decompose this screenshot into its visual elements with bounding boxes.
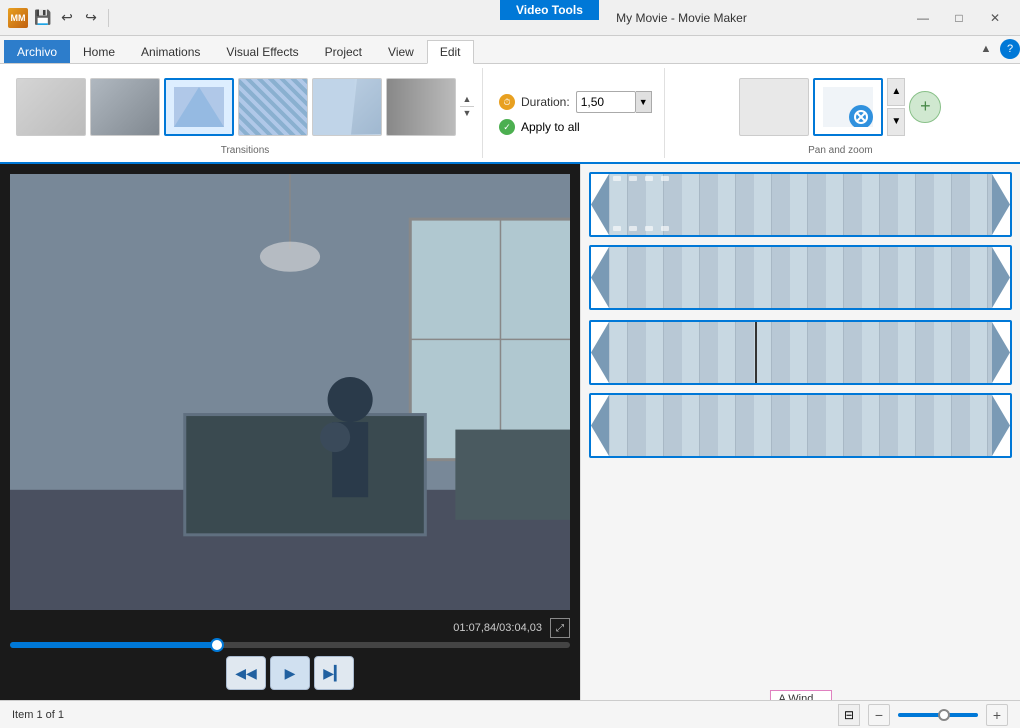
minimize-button[interactable]: —	[906, 4, 940, 32]
duration-input[interactable]: 1,50	[576, 91, 636, 113]
tab-archivo[interactable]: Archivo	[4, 40, 70, 63]
title-bar: MM 💾 ↩ ↪ My Movie - Movie Maker Video To…	[0, 0, 1020, 36]
video-controls: 01:07,84/03:04,03 ⤢ ◀◀ ▶ ▶▎	[10, 618, 570, 690]
duration-row: ⏱ Duration: 1,50 ▼	[499, 91, 652, 113]
transition-thumb-3-selected[interactable]	[164, 78, 234, 136]
fullscreen-button[interactable]: ⤢	[550, 618, 570, 638]
timeline-clip-2[interactable]	[589, 245, 1012, 310]
title-bar-tools: 💾 ↩ ↪	[32, 7, 102, 29]
clip-left-arrow-1	[591, 174, 609, 235]
app-logo: MM	[8, 8, 28, 28]
video-preview: Un momento... 01:07,84/03:04,03 ⤢ ◀◀ ▶	[0, 164, 580, 700]
progress-thumb[interactable]	[210, 638, 224, 652]
status-bar: Item 1 of 1 ⊟ − +	[0, 700, 1020, 728]
timeline-clip-4[interactable]	[589, 393, 1012, 458]
pan-zoom-extra-controls: ▲ ▼	[887, 78, 905, 136]
duration-dropdown[interactable]: ▼	[636, 91, 652, 113]
progress-fill	[10, 642, 217, 648]
timeline: A Wind...	[580, 164, 1020, 700]
main-area: Un momento... 01:07,84/03:04,03 ⤢ ◀◀ ▶	[0, 164, 1020, 700]
ribbon-tabs: Archivo Home Animations Visual Effects P…	[0, 36, 1020, 64]
title-bar-left: MM 💾 ↩ ↪	[8, 7, 457, 29]
close-button[interactable]: ✕	[978, 4, 1012, 32]
transition-svg	[174, 87, 224, 127]
zoom-slider[interactable]	[898, 713, 978, 717]
window-controls: — □ ✕	[906, 4, 1012, 32]
tab-home[interactable]: Home	[70, 40, 128, 63]
video-scene-svg	[10, 174, 570, 610]
duration-label: Duration:	[521, 95, 570, 109]
transition-thumb-6[interactable]	[386, 78, 456, 136]
apply-all-label: Apply to all	[521, 120, 580, 134]
transition-thumb-5[interactable]	[312, 78, 382, 136]
pan-zoom-section: ▲ ▼ + Pan and zoom	[669, 68, 1012, 158]
pan-zoom-label: Pan and zoom	[808, 145, 873, 158]
separator	[108, 9, 109, 27]
tab-view[interactable]: View	[375, 40, 427, 63]
rewind-button[interactable]: ◀◀	[226, 656, 266, 690]
timestamp: 01:07,84/03:04,03	[453, 622, 542, 634]
transitions-section: ▲ ▼ Transitions	[8, 68, 483, 158]
transition-scroll[interactable]: ▲ ▼	[460, 93, 474, 120]
forward-button[interactable]: ▶▎	[314, 656, 354, 690]
playhead-line	[755, 320, 757, 385]
tab-edit[interactable]: Edit	[427, 40, 474, 64]
pan-zoom-scroll-up[interactable]: ▲	[887, 78, 905, 106]
pan-zoom-scroll-down[interactable]: ▼	[887, 108, 905, 136]
title-clip-label[interactable]: A Wind...	[769, 690, 831, 700]
status-text: Item 1 of 1	[12, 709, 64, 721]
tab-animations[interactable]: Animations	[128, 40, 213, 63]
transition-thumb-2[interactable]	[90, 78, 160, 136]
transition-thumb-4[interactable]	[238, 78, 308, 136]
save-button[interactable]: 💾	[32, 7, 54, 29]
video-tools-tab[interactable]: Video Tools	[500, 0, 599, 20]
time-display: 01:07,84/03:04,03 ⤢	[10, 618, 570, 638]
help-button[interactable]: ?	[1000, 39, 1020, 59]
pan-zoom-items: ▲ ▼ +	[739, 68, 941, 145]
zoom-in-button[interactable]: +	[986, 704, 1008, 726]
zoom-thumb[interactable]	[938, 709, 950, 721]
checkmark-icon: ✓	[499, 119, 515, 135]
pan-zoom-thumb-2-active[interactable]	[813, 78, 883, 136]
pan-zoom-svg	[823, 87, 873, 127]
transitions-label: Transitions	[221, 145, 270, 158]
timeline-clip-1[interactable]	[589, 172, 1012, 237]
help-arrow-icon[interactable]: ▲	[976, 39, 996, 59]
pan-zoom-thumb-1[interactable]	[739, 78, 809, 136]
clip-content-1	[609, 174, 992, 235]
maximize-button[interactable]: □	[942, 4, 976, 32]
timeline-clip-3[interactable]	[589, 320, 1012, 385]
video-scene: Un momento...	[10, 174, 570, 610]
duration-control: 1,50 ▼	[576, 91, 652, 113]
progress-bar[interactable]	[10, 642, 570, 648]
clip-film-1	[591, 174, 1010, 235]
apply-all-button[interactable]: ✓ Apply to all	[499, 119, 652, 135]
redo-button[interactable]: ↪	[80, 7, 102, 29]
clip-2-group: A Wind...	[589, 245, 1012, 312]
tab-project[interactable]: Project	[312, 40, 375, 63]
clip-right-arrow-1	[992, 174, 1010, 235]
status-right: ⊟ − +	[838, 704, 1008, 726]
clock-icon: ⏱	[499, 94, 515, 110]
video-canvas[interactable]: Un momento...	[10, 174, 570, 610]
zoom-out-button[interactable]: −	[868, 704, 890, 726]
timeline-scroll[interactable]: A Wind...	[581, 164, 1020, 700]
transition-thumb-1[interactable]	[16, 78, 86, 136]
play-button[interactable]: ▶	[270, 656, 310, 690]
tab-visual-effects[interactable]: Visual Effects	[213, 40, 311, 63]
duration-section: ⏱ Duration: 1,50 ▼ ✓ Apply to all	[487, 68, 665, 158]
playback-controls: ◀◀ ▶ ▶▎	[10, 656, 570, 690]
timeline-view-button[interactable]: ⊟	[838, 704, 860, 726]
undo-button[interactable]: ↩	[56, 7, 78, 29]
ribbon-content: ▲ ▼ Transitions ⏱ Duration: 1,50 ▼ ✓ App…	[0, 64, 1020, 164]
transition-items: ▲ ▼	[16, 68, 474, 145]
add-pan-zoom-button[interactable]: +	[909, 91, 941, 123]
